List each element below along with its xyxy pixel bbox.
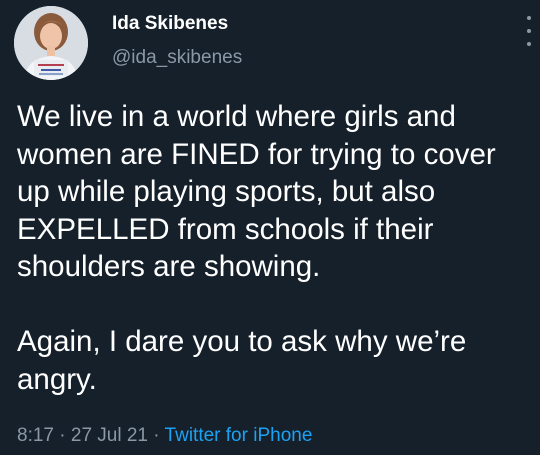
author-handle[interactable]: @ida_skibenes bbox=[112, 47, 242, 69]
tweet-paragraph: We live in a world where girls and women… bbox=[17, 100, 496, 283]
tweet-source-link[interactable]: Twitter for iPhone bbox=[165, 425, 313, 446]
tweet-date[interactable]: 27 Jul 21 bbox=[71, 425, 148, 446]
author-display-name[interactable]: Ida Skibenes bbox=[112, 13, 228, 35]
tweet-meta: 8:17 · 27 Jul 21 · Twitter for iPhone bbox=[17, 425, 312, 447]
avatar[interactable] bbox=[14, 6, 88, 80]
meta-separator: · bbox=[53, 425, 71, 446]
more-dot bbox=[527, 42, 531, 46]
tweet-text: We live in a world where girls and women… bbox=[17, 98, 532, 398]
tweet-time[interactable]: 8:17 bbox=[17, 425, 54, 446]
tweet: Ida Skibenes @ida_skibenes We live in a … bbox=[0, 0, 540, 455]
more-dot bbox=[527, 16, 531, 20]
meta-separator: · bbox=[148, 425, 165, 446]
avatar-photo bbox=[14, 6, 88, 80]
tweet-paragraph: Again, I dare you to ask why we’re angry… bbox=[17, 325, 467, 396]
more-dot bbox=[527, 29, 531, 33]
more-vertical-icon[interactable] bbox=[524, 16, 534, 46]
